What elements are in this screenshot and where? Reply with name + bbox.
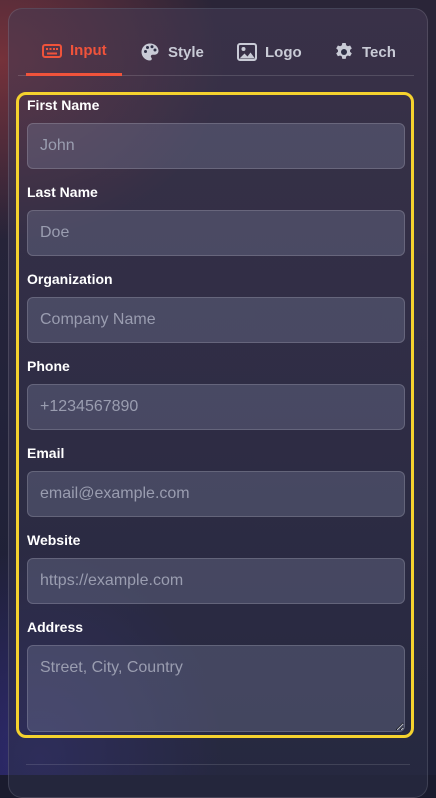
first-name-label: First Name (27, 97, 100, 113)
gear-icon (336, 43, 352, 59)
section-divider (26, 764, 410, 765)
tab-logo-label: Logo (265, 43, 302, 61)
image-icon (237, 43, 257, 61)
organization-input[interactable] (27, 297, 405, 343)
last-name-label: Last Name (27, 184, 98, 200)
phone-input[interactable] (27, 384, 405, 430)
tab-input-label: Input (70, 42, 107, 59)
website-label: Website (27, 532, 81, 548)
tab-style[interactable]: Style (140, 28, 204, 76)
website-input[interactable] (27, 558, 405, 604)
last-name-input[interactable] (27, 210, 405, 256)
address-textarea[interactable] (27, 645, 405, 732)
phone-label: Phone (27, 358, 70, 374)
tab-tech[interactable]: Tech (334, 28, 396, 76)
tab-style-label: Style (168, 43, 204, 61)
keyboard-icon (42, 43, 62, 58)
tab-tech-label: Tech (362, 43, 396, 61)
email-label: Email (27, 445, 65, 461)
tab-bar: Input Style Logo Tech (18, 28, 414, 76)
email-input[interactable] (27, 471, 405, 517)
address-label: Address (27, 619, 84, 635)
first-name-input[interactable] (27, 123, 405, 169)
organization-label: Organization (27, 271, 113, 287)
palette-icon (141, 43, 159, 61)
tab-logo[interactable]: Logo (237, 28, 302, 76)
tab-input[interactable]: Input (26, 28, 122, 76)
